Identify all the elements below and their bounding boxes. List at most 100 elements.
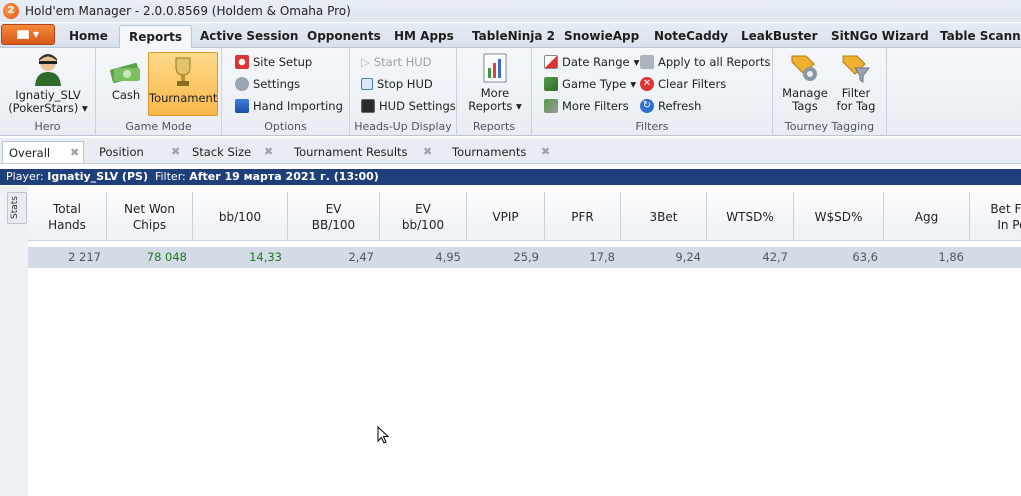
stats-side-tab[interactable]: Stats bbox=[7, 192, 27, 224]
gear-icon bbox=[235, 77, 249, 91]
application-menu-button[interactable]: ▼ bbox=[1, 24, 55, 45]
reports-icon bbox=[483, 53, 507, 83]
stats-side-tab-label: Stats bbox=[10, 196, 20, 219]
date-range-button[interactable]: Date Range ▾ bbox=[544, 53, 639, 71]
col-3bet[interactable]: 3Bet bbox=[621, 192, 707, 241]
hud-settings-icon bbox=[361, 99, 375, 113]
refresh-label: Refresh bbox=[658, 99, 702, 113]
col-net-won-chips[interactable]: Net Won Chips bbox=[107, 192, 193, 241]
tab-active-session[interactable]: Active Session bbox=[191, 25, 307, 48]
hud-settings-label: HUD Settings bbox=[379, 99, 456, 113]
tab-sitngo-wizard[interactable]: SitNGo Wizard bbox=[822, 25, 938, 48]
chevron-down-icon: ▼ bbox=[32, 30, 40, 39]
cell-wsd: 63,6 bbox=[852, 250, 878, 264]
clear-filters-label: Clear Filters bbox=[658, 77, 727, 91]
more-filters-label: More Filters bbox=[562, 99, 629, 113]
import-arrow-icon bbox=[235, 99, 249, 113]
col-wsd[interactable]: W$SD% bbox=[794, 192, 884, 241]
tournament-label: Tournament bbox=[149, 91, 218, 105]
tab-opponents[interactable]: Opponents bbox=[298, 25, 390, 48]
close-icon[interactable]: ✖ bbox=[541, 141, 550, 163]
close-icon[interactable]: ✖ bbox=[171, 141, 180, 163]
filter-for-tag-label-2: for Tag bbox=[836, 99, 876, 113]
subtab-stack-size-label: Stack Size bbox=[192, 145, 252, 159]
more-reports-button[interactable]: More Reports ▾ bbox=[467, 52, 523, 116]
tag-filter-icon bbox=[842, 55, 870, 83]
filters-group-label: Filters bbox=[635, 120, 669, 133]
cash-button[interactable]: Cash bbox=[106, 52, 146, 116]
table-row[interactable]: 2 217 78 048 14,33 2,47 4,95 25,9 17,8 9… bbox=[28, 247, 1021, 268]
options-group-label: Options bbox=[264, 120, 307, 133]
tab-reports[interactable]: Reports bbox=[119, 25, 193, 49]
tab-hm-apps[interactable]: HM Apps bbox=[385, 25, 463, 48]
col-bet-flop-in-pos[interactable]: Bet Flop In Pos bbox=[970, 192, 1021, 241]
player-caption: Player: bbox=[6, 170, 44, 183]
game-type-label: Game Type bbox=[562, 77, 627, 91]
stop-hud-button[interactable]: Stop HUD bbox=[361, 75, 433, 93]
cell-3bet: 9,24 bbox=[675, 250, 701, 264]
tab-leakbuster[interactable]: LeakBuster bbox=[732, 25, 827, 48]
hud-group-label: Heads-Up Display bbox=[354, 120, 452, 133]
subtab-overall[interactable]: Overall ✖ bbox=[2, 141, 84, 163]
cell-vpip: 25,9 bbox=[513, 250, 539, 264]
tab-notecaddy[interactable]: NoteCaddy bbox=[645, 25, 737, 48]
tournament-button[interactable]: Tournament bbox=[148, 52, 218, 116]
col-bb-100[interactable]: bb/100 bbox=[193, 192, 288, 241]
tab-snowieapp[interactable]: SnowieApp bbox=[555, 25, 648, 48]
hero-site: (PokerStars) bbox=[8, 101, 79, 115]
game-type-icon bbox=[544, 77, 558, 91]
col-total-hands[interactable]: Total Hands bbox=[28, 192, 107, 241]
cell-net-won-chips: 78 048 bbox=[146, 250, 187, 264]
tab-home[interactable]: Home bbox=[60, 25, 117, 48]
site-setup-button[interactable]: Site Setup bbox=[235, 53, 312, 71]
tab-tableninja[interactable]: TableNinja 2 bbox=[463, 25, 564, 48]
stop-icon bbox=[361, 78, 373, 90]
tourney-tagging-group-label: Tourney Tagging bbox=[784, 120, 875, 133]
close-icon[interactable]: ✖ bbox=[423, 141, 432, 163]
clear-icon: ✕ bbox=[640, 77, 654, 91]
start-hud-button[interactable]: ▷ Start HUD bbox=[361, 53, 432, 71]
cell-ev-bb-100-upper: 2,47 bbox=[348, 250, 374, 264]
col-ev-bb-100[interactable]: EV bb/100 bbox=[380, 192, 467, 241]
hand-importing-button[interactable]: Hand Importing bbox=[235, 97, 343, 115]
game-mode-group-label: Game Mode bbox=[125, 120, 192, 133]
col-agg[interactable]: Agg bbox=[884, 192, 970, 241]
calendar-icon bbox=[544, 55, 558, 69]
window-icon bbox=[16, 30, 29, 39]
hero-group-label: Hero bbox=[34, 120, 61, 133]
manage-tags-button[interactable]: Manage Tags bbox=[781, 52, 829, 116]
window-title: Hold'em Manager - 2.0.0.8569 (Holdem & O… bbox=[25, 4, 351, 18]
cell-bb-100: 14,33 bbox=[249, 250, 282, 264]
close-icon[interactable]: ✖ bbox=[70, 142, 79, 164]
subtab-tournaments[interactable]: Tournaments ✖ bbox=[452, 141, 562, 163]
subtab-stack-size[interactable]: Stack Size ✖ bbox=[192, 141, 282, 163]
tab-table-scanner[interactable]: Table Scanner 2 bbox=[931, 25, 1021, 48]
refresh-button[interactable]: ↻ Refresh bbox=[640, 97, 701, 115]
filter-for-tag-button[interactable]: Filter for Tag bbox=[833, 52, 879, 116]
subtab-position[interactable]: Position ✖ bbox=[99, 141, 189, 163]
apply-to-all-reports-button[interactable]: Apply to all Reports bbox=[640, 53, 771, 71]
chevron-down-icon: ▾ bbox=[82, 101, 88, 115]
subtab-tournament-results[interactable]: Tournament Results ✖ bbox=[294, 141, 439, 163]
game-type-button[interactable]: Game Type ▾ bbox=[544, 75, 636, 93]
col-pfr[interactable]: PFR bbox=[545, 192, 621, 241]
trophy-icon bbox=[175, 57, 191, 86]
more-filters-button[interactable]: More Filters bbox=[544, 97, 629, 115]
clear-filters-button[interactable]: ✕ Clear Filters bbox=[640, 75, 726, 93]
subtab-tournament-results-label: Tournament Results bbox=[294, 145, 408, 159]
hud-settings-button[interactable]: HUD Settings bbox=[361, 97, 456, 115]
close-icon[interactable]: ✖ bbox=[264, 141, 273, 163]
col-ev-bb-100-upper[interactable]: EV BB/100 bbox=[288, 192, 380, 241]
col-wtsd[interactable]: WTSD% bbox=[707, 192, 794, 241]
cell-wtsd: 42,7 bbox=[762, 250, 788, 264]
reports-group: More Reports ▾ Reports bbox=[457, 48, 532, 136]
title-bar: 2 Hold'em Manager - 2.0.0.8569 (Holdem &… bbox=[0, 0, 1021, 22]
hero-selector-button[interactable]: Ignatiy_SLV (PokerStars) ▾ bbox=[8, 52, 88, 116]
col-vpip[interactable]: VPIP bbox=[467, 192, 545, 241]
options-group: Site Setup Settings Hand Importing Optio… bbox=[222, 48, 350, 136]
apply-all-label: Apply to all Reports bbox=[658, 55, 771, 69]
hand-importing-label: Hand Importing bbox=[253, 99, 343, 113]
settings-button[interactable]: Settings bbox=[235, 75, 300, 93]
stop-hud-label: Stop HUD bbox=[377, 77, 433, 91]
report-tabs: Overall ✖ Position ✖ Stack Size ✖ Tourna… bbox=[0, 138, 1021, 164]
